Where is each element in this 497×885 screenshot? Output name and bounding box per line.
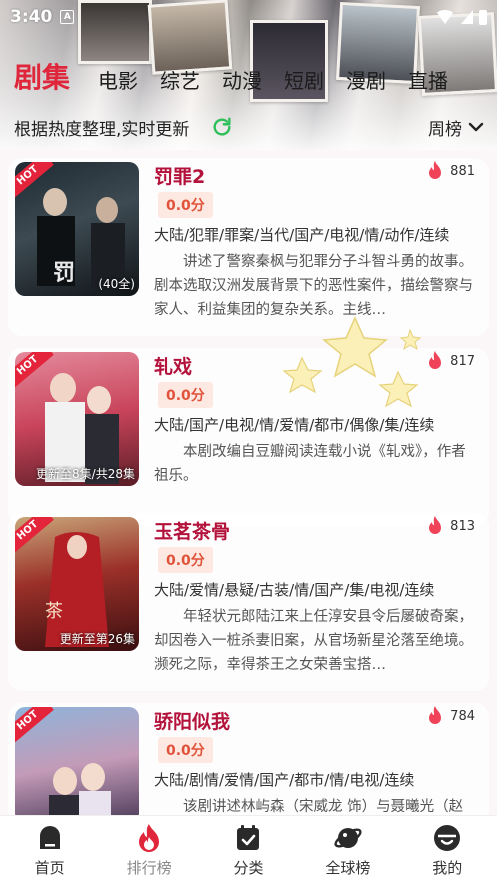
drama-title[interactable]: 轧戏 [154,352,192,379]
heat-value: 784 [450,708,475,724]
home-icon [39,826,60,849]
sort-dropdown[interactable]: 周榜 [428,115,484,140]
list-item[interactable]: 茶 HOT 更新至第26集 玉茗茶骨 0.0分 大陆/爱情/悬疑/古装/情/国产… [8,513,489,691]
svg-text:茶: 茶 [45,601,63,622]
poster-image[interactable]: 罚 HOT (40全) [15,162,139,296]
tab-variety[interactable]: 综艺 [160,67,200,95]
nav-global-label: 全球榜 [325,859,371,877]
battery-icon [479,9,487,25]
status-bar: 3:40 A [0,0,497,34]
ranking-subbar: 根据热度整理,实时更新 周榜 [14,112,484,142]
tab-live[interactable]: 直播 [408,67,448,95]
nav-ranking-label: 排行榜 [126,859,172,877]
poster-image[interactable]: 茶 HOT 更新至第26集 [15,517,139,651]
tab-anime[interactable]: 动漫 [222,67,262,95]
score-badge: 0.0分 [158,547,213,573]
nav-profile-label: 我的 [432,859,463,877]
poster-episode-caption: (40全) [98,277,135,291]
drama-description: 本剧改编自豆瓣阅读连载小说《轧戏》，作者祖乐。 [154,444,466,484]
nav-home-label: 首页 [34,859,65,877]
notification-a-icon: A [60,10,75,24]
nav-category-label: 分类 [233,859,264,877]
heat-indicator: 813 [426,515,475,537]
poster-image[interactable]: HOT 更新至8集/共28集 [15,352,139,486]
nav-global[interactable]: 全球榜 [303,823,393,878]
chevron-down-icon [468,122,484,132]
genre-tags: 大陆/剧情/爱情/国产/都市/情/电视/连续 [154,771,415,789]
fire-icon [429,706,442,724]
score-badge: 0.0分 [158,737,213,763]
ranking-description: 根据热度整理,实时更新 [14,119,190,140]
heat-value: 817 [450,353,475,369]
nav-category[interactable]: 分类 [203,823,293,878]
wifi-icon [435,10,455,24]
heat-indicator: 817 [426,350,475,372]
drama-title[interactable]: 罚罪2 [154,162,205,189]
sort-label: 周榜 [428,119,462,140]
category-tabs: 剧集 电影 综艺 动漫 短剧 漫剧 直播 [14,55,470,95]
stars-decoration [282,316,422,408]
planet-icon [334,828,362,848]
tab-short-drama[interactable]: 短剧 [284,67,324,95]
list-item[interactable]: HOT 骄阳似我 0.0分 大陆/剧情/爱情/国产/都市/情/电视/连续 该剧讲… [8,703,489,823]
nav-ranking[interactable]: 排行榜 [104,823,194,878]
svg-text:罚: 罚 [53,260,75,286]
heat-indicator: 784 [426,705,475,727]
poster-episode-caption: 更新至8集/共28集 [36,467,135,481]
genre-tags: 大陆/爱情/悬疑/古装/情/国产/集/电视/连续 [154,581,435,599]
genre-tags: 大陆/犯罪/罪案/当代/国产/电视/情/动作/连续 [154,226,450,244]
profile-icon [434,825,461,851]
drama-title[interactable]: 玉茗茶骨 [154,517,230,544]
score-badge: 0.0分 [158,192,213,218]
score-badge: 0.0分 [158,382,213,408]
tab-comic-drama[interactable]: 漫剧 [346,67,386,95]
poster-episode-caption: 更新至第26集 [59,632,135,646]
poster-image[interactable]: HOT [15,707,139,823]
nav-home[interactable]: 首页 [5,823,95,878]
heat-value: 881 [450,163,475,179]
tab-series[interactable]: 剧集 [14,61,70,95]
bottom-navigation: 首页 排行榜 分类 全球榜 我的 [0,815,497,885]
fire-icon [429,516,442,534]
drama-title[interactable]: 骄阳似我 [154,707,230,734]
fire-icon [139,824,160,852]
heat-indicator: 881 [426,160,475,182]
calendar-icon [237,825,260,850]
refresh-icon[interactable] [211,116,233,138]
drama-description: 年轻状元郎陆江来上任淳安县令后屡破奇案，却因卷入一桩杀妻旧案，从官场新星沦落至绝… [154,609,473,673]
fire-icon [429,161,442,179]
tab-movie[interactable]: 电影 [98,67,138,95]
nav-profile[interactable]: 我的 [402,823,492,878]
heat-value: 813 [450,518,475,534]
status-time: 3:40 [10,7,53,27]
signal-icon [461,10,473,24]
